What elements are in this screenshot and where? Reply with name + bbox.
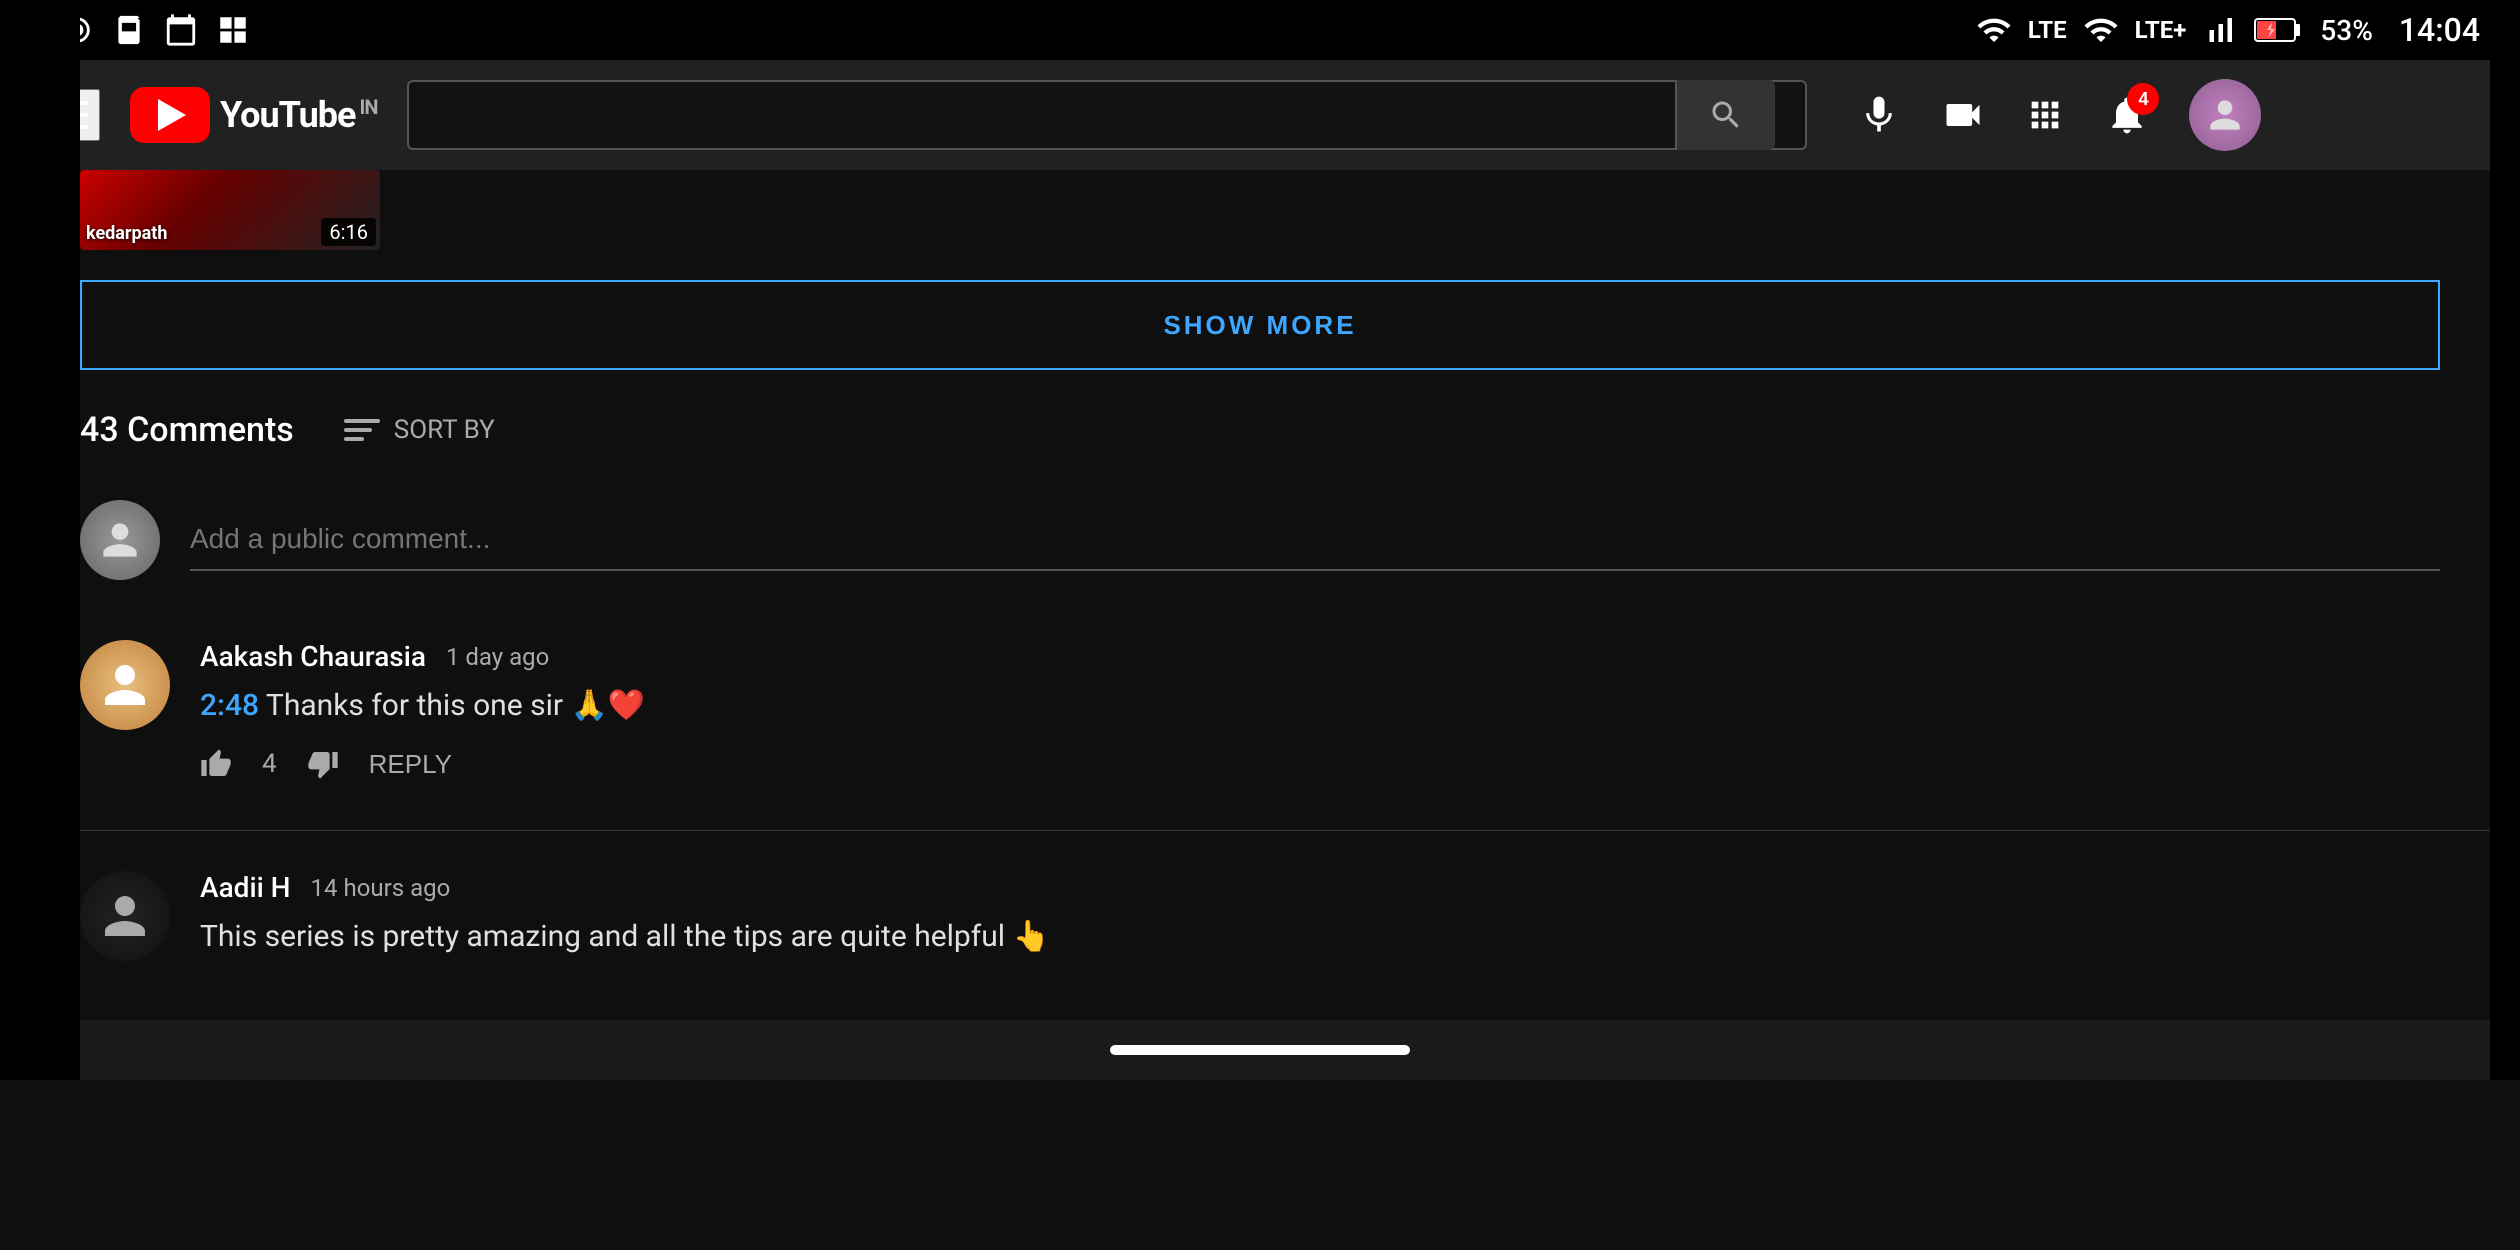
nav-icons: 4 [1857,79,2261,151]
grid-icon [216,13,250,47]
create-video-button[interactable] [1941,93,1985,137]
calendar-icon [164,13,198,47]
video-thumbnail-label: kedarpath [86,223,167,244]
apps-button[interactable] [2025,95,2065,135]
battery-icon [2254,15,2304,45]
person-icon [95,655,155,715]
sort-by-button[interactable]: SORT BY [344,415,495,445]
show-more-button[interactable]: SHOW MORE [80,280,2440,370]
comment-body-text: Thanks for this one sir 🙏❤️ [266,688,645,723]
comment-author: Aakash Chaurasia [200,640,426,673]
notification-count: 4 [2127,83,2159,115]
comment-author-aadii: Aadii H [200,871,291,904]
comments-header: 43 Comments SORT BY [80,410,2520,450]
search-input[interactable]: gadgetstouse [439,97,1665,134]
comment-body-text-aadii: This series is pretty amazing and all th… [200,919,1050,954]
comment-author-line: Aakash Chaurasia 1 day ago [200,640,2440,673]
sort-icon [344,419,380,441]
lte2-label: LTE+ [2135,16,2187,44]
comment-author-line-aadii: Aadii H 14 hours ago [200,871,2440,904]
comment-input[interactable] [190,523,2440,555]
right-bezel [2490,0,2520,1080]
comments-count: 43 Comments [80,410,294,450]
search-bar[interactable]: gadgetstouse [407,80,1807,150]
signal-bar-icon [2202,12,2238,48]
comment-actions: 4 REPLY [200,748,2440,780]
comment-item-aadii: Aadii H 14 hours ago This series is pret… [80,871,2520,979]
thumbnail-strip: kedarpath 6:16 [80,170,2520,250]
status-bar: LTE LTE+ 53% 14:04 [0,0,2520,60]
search-icon [1708,97,1744,133]
time-display: 14:04 [2399,11,2480,49]
main-content: kedarpath 6:16 SHOW MORE 43 Comments SOR… [0,170,2520,979]
youtube-country-code: IN [359,95,377,119]
microphone-icon [1857,93,1901,137]
comment-body-aadii: Aadii H 14 hours ago This series is pret… [200,871,2440,979]
comment-time: 1 day ago [446,643,549,671]
battery-percent: 53% [2320,14,2372,47]
comment-text-aadii: This series is pretty amazing and all th… [200,914,2440,959]
video-thumbnail[interactable]: kedarpath 6:16 [80,170,380,250]
microphone-button[interactable] [1857,93,1901,137]
video-camera-icon [1941,93,1985,137]
reply-button[interactable]: REPLY [369,749,452,780]
status-bar-left-icons [60,13,250,47]
youtube-logo[interactable]: YouTubeIN [130,87,377,143]
person-icon [2203,93,2247,137]
comment-text: 2:48 Thanks for this one sir 🙏❤️ [200,683,2440,728]
left-bezel [0,0,80,1080]
sort-by-label: SORT BY [394,415,495,445]
apps-icon [2025,95,2065,135]
bottom-nav-pill [1110,1045,1410,1055]
signal-icon [1976,12,2012,48]
youtube-brand-text: YouTubeIN [220,94,377,136]
youtube-play-triangle [158,99,186,131]
like-count: 4 [262,749,277,779]
comment-item: Aakash Chaurasia 1 day ago 2:48 Thanks f… [80,640,2520,780]
comment-input-area[interactable] [190,509,2440,571]
notifications-button[interactable]: 4 [2105,93,2149,137]
like-button[interactable] [200,748,232,780]
sim-icon [112,13,146,47]
comment-avatar-aadii [80,871,170,961]
comment-body-aakash: Aakash Chaurasia 1 day ago 2:48 Thanks f… [200,640,2440,780]
status-bar-right-icons: LTE LTE+ 53% 14:04 [1976,11,2480,49]
person-icon [95,886,155,946]
search-button[interactable] [1675,80,1775,150]
comment-avatar-aakash [80,640,170,730]
dislike-button[interactable] [307,748,339,780]
nav-bar: YouTubeIN gadgetstouse [0,60,2520,170]
comment-time-aadii: 14 hours ago [311,874,451,902]
add-comment-row [80,500,2520,580]
user-avatar-header[interactable] [2189,79,2261,151]
wifi-icon [2083,12,2119,48]
comment-timestamp-link[interactable]: 2:48 [200,688,259,723]
bottom-nav-bar [0,1020,2520,1080]
comment-separator [80,830,2520,831]
lte-label: LTE [2028,16,2067,44]
thumbs-down-icon [307,748,339,780]
person-icon [95,515,145,565]
thumbs-up-icon [200,748,232,780]
youtube-icon [130,87,210,143]
video-duration: 6:16 [321,218,376,246]
current-user-avatar [80,500,160,580]
